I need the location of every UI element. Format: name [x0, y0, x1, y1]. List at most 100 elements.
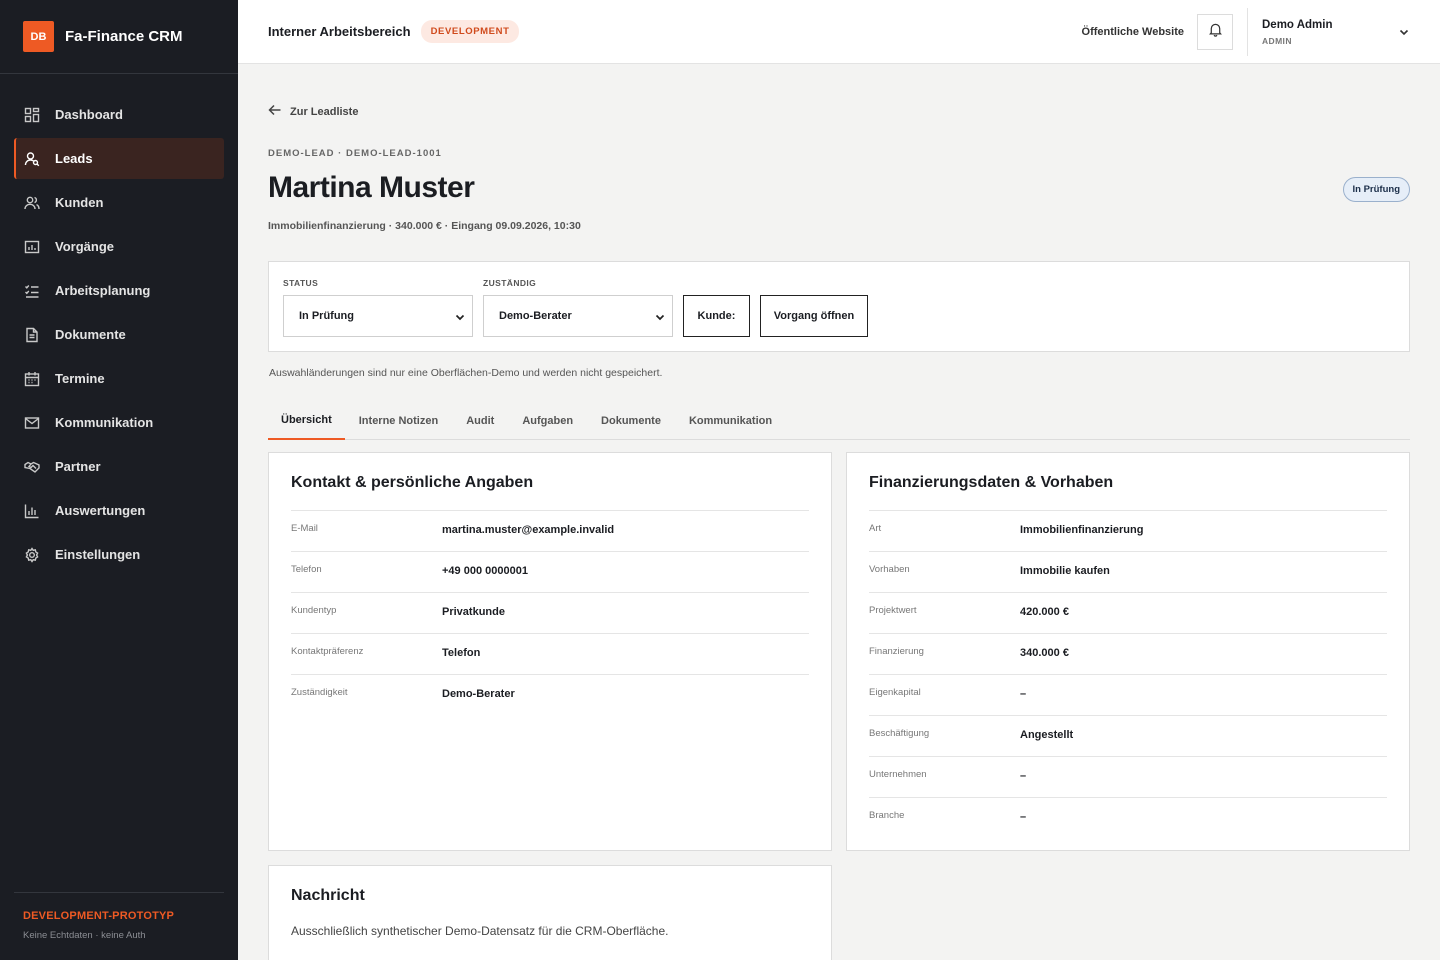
detail-key: Zuständigkeit	[291, 687, 348, 698]
status-select[interactable]: In Prüfung	[283, 295, 473, 337]
detail-value: Angestellt	[1020, 729, 1074, 741]
detail-row: Unternehmen –	[869, 756, 1387, 797]
bar-chart-icon	[24, 503, 40, 519]
sidebar-footer: DEVELOPMENT-PROTOTYP Keine Echtdaten · k…	[14, 892, 224, 941]
financing-card: Finanzierungsdaten & Vorhaben Art Immobil…	[846, 452, 1410, 851]
sidebar-item-label: Arbeitsplanung	[55, 283, 151, 298]
detail-value: 340.000 €	[1020, 647, 1069, 659]
brand[interactable]: DB Fa-Finance CRM	[0, 0, 238, 74]
workspace-title: Interner Arbeitsbereich	[268, 24, 411, 39]
folder-icon	[24, 239, 40, 255]
detail-row: Finanzierung 340.000 €	[869, 633, 1387, 674]
sidebar-item-kommunikation[interactable]: Kommunikation	[14, 402, 224, 443]
notifications-button[interactable]	[1197, 14, 1233, 50]
detail-value: –	[1020, 770, 1027, 782]
checklist-icon	[24, 283, 40, 299]
detail-row: Zuständigkeit Demo-Berater	[291, 674, 809, 715]
card-title: Finanzierungsdaten & Vorhaben	[869, 474, 1114, 491]
owner-label: ZUSTÄNDIG	[483, 278, 537, 288]
message-card: Nachricht Ausschließlich synthetischer D…	[268, 865, 832, 960]
sidebar-item-label: Einstellungen	[55, 547, 141, 562]
topbar-right: Öffentliche Website Demo Admin ADMIN	[1082, 0, 1440, 64]
owner-select[interactable]: Demo-Berater	[483, 295, 673, 337]
detail-row: Eigenkapital –	[869, 674, 1387, 715]
public-website-link[interactable]: Öffentliche Website	[1082, 26, 1184, 38]
sidebar-item-auswertungen[interactable]: Auswertungen	[14, 490, 224, 531]
sidebar-item-leads[interactable]: Leads	[14, 138, 224, 179]
sidebar-item-label: Kunden	[55, 195, 104, 210]
detail-row: Branche –	[869, 797, 1387, 838]
detail-row: Beschäftigung Angestellt	[869, 715, 1387, 756]
sidebar-item-label: Dokumente	[55, 327, 126, 342]
open-case-button[interactable]: Vorgang öffnen	[760, 295, 868, 337]
bell-icon	[1208, 22, 1223, 42]
sidebar-item-termine[interactable]: Termine	[14, 358, 224, 399]
sidebar-item-label: Partner	[55, 459, 101, 474]
demo-note: Auswahländerungen sind nur eine Oberfläc…	[269, 367, 663, 379]
chevron-down-icon	[655, 314, 665, 321]
message-text: Ausschließlich synthetischer Demo-Datens…	[291, 924, 669, 938]
dashboard-icon	[24, 107, 40, 123]
detail-row: Vorhaben Immobilie kaufen	[869, 551, 1387, 592]
user-menu[interactable]: Demo Admin ADMIN	[1247, 8, 1440, 56]
detail-row: E-Mail martina.muster@example.invalid	[291, 510, 809, 551]
sidebar-item-partner[interactable]: Partner	[14, 446, 224, 487]
detail-value: –	[1020, 688, 1027, 700]
sidebar-nav: Dashboard Leads Kunden Vorgänge Arbeitsp…	[14, 94, 224, 578]
status-label: STATUS	[283, 278, 319, 288]
sidebar-item-vorgaenge[interactable]: Vorgänge	[14, 226, 224, 267]
owner-select-value: Demo-Berater	[499, 310, 572, 322]
sidebar-item-label: Vorgänge	[55, 239, 114, 254]
sidebar-item-dashboard[interactable]: Dashboard	[14, 94, 224, 135]
sidebar-item-label: Auswertungen	[55, 503, 146, 518]
calendar-icon	[24, 371, 40, 387]
detail-key: Unternehmen	[869, 769, 927, 780]
prototype-label: DEVELOPMENT-PROTOTYP	[23, 910, 175, 922]
detail-value: Privatkunde	[442, 606, 505, 618]
contact-card: Kontakt & persönliche Angaben E-Mail mart…	[268, 452, 832, 851]
sidebar-item-einstellungen[interactable]: Einstellungen	[14, 534, 224, 575]
topbar: Interner Arbeitsbereich DEVELOPMENT Öffe…	[238, 0, 1440, 64]
tab-aufgaben[interactable]: Aufgaben	[508, 402, 587, 440]
detail-value: Immobilienfinanzierung	[1020, 524, 1144, 536]
detail-key: Art	[869, 523, 882, 534]
tab-kommunikation[interactable]: Kommunikation	[675, 402, 786, 440]
sidebar-item-dokumente[interactable]: Dokumente	[14, 314, 224, 355]
sidebar-item-kunden[interactable]: Kunden	[14, 182, 224, 223]
detail-row: Telefon +49 000 0000001	[291, 551, 809, 592]
chevron-down-icon	[1398, 25, 1410, 43]
tab-uebersicht[interactable]: Übersicht	[268, 402, 345, 440]
tab-audit[interactable]: Audit	[452, 402, 508, 440]
detail-value: martina.muster@example.invalid	[442, 524, 615, 536]
back-to-lead-list-link[interactable]: Zur Leadliste	[268, 103, 358, 120]
sidebar-item-arbeitsplanung[interactable]: Arbeitsplanung	[14, 270, 224, 311]
detail-key: Finanzierung	[869, 646, 924, 657]
tab-dokumente[interactable]: Dokumente	[587, 402, 675, 440]
status-badge: In Prüfung	[1342, 177, 1410, 202]
lead-summary: Immobilienfinanzierung · 340.000 € · Ein…	[268, 220, 581, 232]
sidebar-item-label: Termine	[55, 371, 105, 386]
card-title: Kontakt & persönliche Angaben	[291, 474, 534, 491]
handshake-icon	[24, 459, 40, 475]
financing-details: Art Immobilienfinanzierung Vorhaben Immobi…	[869, 510, 1387, 838]
customer-button[interactable]: Kunde:	[683, 295, 750, 337]
detail-key: Branche	[869, 810, 905, 821]
detail-key: Kundentyp	[291, 605, 337, 616]
detail-key: Beschäftigung	[869, 728, 930, 739]
status-select-value: In Prüfung	[299, 310, 354, 322]
card-title: Nachricht	[291, 887, 365, 904]
breadcrumb: DEMO-LEAD · DEMO-LEAD-1001	[268, 148, 442, 159]
environment-badge: DEVELOPMENT	[420, 20, 520, 43]
detail-key: Kontaktpräferenz	[291, 646, 364, 657]
document-icon	[24, 327, 40, 343]
tab-interne-notizen[interactable]: Interne Notizen	[345, 402, 452, 440]
detail-key: Eigenkapital	[869, 687, 921, 698]
users-icon	[24, 195, 40, 211]
lead-controls: STATUS In Prüfung ZUSTÄNDIG Demo-Berater…	[268, 261, 1410, 352]
contact-details: E-Mail martina.muster@example.invalid Tel…	[291, 510, 809, 715]
detail-row: Kontaktpräferenz Telefon	[291, 633, 809, 674]
detail-key: Projektwert	[869, 605, 917, 616]
sidebar-item-label: Dashboard	[55, 107, 123, 122]
brand-logo: DB	[23, 21, 54, 52]
detail-key: Vorhaben	[869, 564, 910, 575]
